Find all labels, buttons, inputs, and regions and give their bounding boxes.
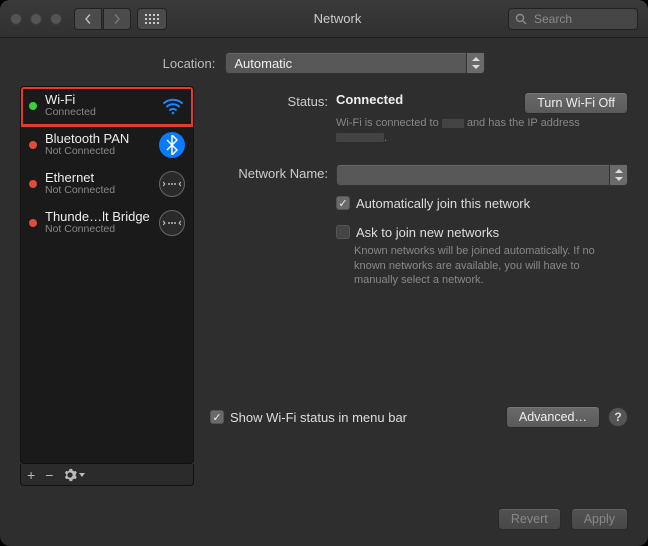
revert-button[interactable]: Revert (498, 508, 561, 530)
location-label: Location: (163, 56, 216, 71)
ask-join-help-text: Known networks will be joined automatica… (354, 244, 614, 289)
nav-buttons (74, 8, 131, 30)
location-row: Location: Automatic (0, 38, 648, 86)
close-window-button[interactable] (10, 13, 22, 25)
back-button[interactable] (74, 8, 102, 30)
select-stepper-icon (466, 53, 484, 73)
interface-actions-menu[interactable] (63, 468, 85, 482)
status-label: Status: (210, 92, 336, 146)
auto-join-checkbox[interactable] (336, 196, 350, 210)
help-button[interactable]: ? (608, 407, 628, 427)
wifi-icon (161, 94, 185, 118)
forward-button[interactable] (103, 8, 131, 30)
network-name-select[interactable] (336, 164, 628, 186)
sidebar-item-bluetooth-pan[interactable]: Bluetooth PAN Not Connected (21, 126, 193, 165)
titlebar: Network (0, 0, 648, 38)
sidebar-toolbar: + − (20, 464, 194, 486)
sidebar-item-thunderbolt-bridge[interactable]: Thunde…lt Bridge Not Connected (21, 204, 193, 243)
sidebar-item-status: Not Connected (45, 185, 151, 197)
auto-join-label: Automatically join this network (356, 196, 530, 211)
sidebar-item-ethernet[interactable]: Ethernet Not Connected (21, 165, 193, 204)
zoom-window-button[interactable] (50, 13, 62, 25)
window-action-bar: Revert Apply (0, 498, 648, 546)
sidebar-item-status: Not Connected (45, 224, 151, 236)
auto-join-checkbox-row[interactable]: Automatically join this network (336, 196, 628, 211)
select-stepper-icon (609, 165, 627, 185)
show-wifi-menu-checkbox[interactable] (210, 410, 224, 424)
network-preferences-window: Network Location: Automatic Wi-Fi C (0, 0, 648, 546)
location-select[interactable]: Automatic (225, 52, 485, 74)
chevron-down-icon (79, 473, 85, 477)
sidebar-item-wifi[interactable]: Wi-Fi Connected (21, 87, 193, 126)
search-icon (515, 13, 527, 25)
add-interface-button[interactable]: + (27, 468, 35, 482)
ask-join-label: Ask to join new networks (356, 225, 499, 240)
search-input[interactable] (532, 11, 631, 27)
show-wifi-menu-checkbox-row[interactable]: Show Wi-Fi status in menu bar (210, 410, 407, 425)
status-dot-icon (29, 180, 37, 188)
status-dot-icon (29, 141, 37, 149)
network-name-label: Network Name: (210, 164, 336, 186)
thunderbolt-icon (159, 210, 185, 236)
detail-pane: Status: Connected Turn Wi-Fi Off Wi-Fi i… (210, 86, 628, 486)
turn-wifi-off-button[interactable]: Turn Wi-Fi Off (524, 92, 628, 114)
status-value: Connected (336, 92, 403, 107)
status-description: Wi-Fi is connected to and has the IP add… (336, 116, 606, 146)
sidebar-item-name: Wi-Fi (45, 93, 153, 107)
minimize-window-button[interactable] (30, 13, 42, 25)
interface-list: Wi-Fi Connected (20, 86, 194, 464)
sidebar-item-name: Bluetooth PAN (45, 132, 151, 146)
detail-footer: Show Wi-Fi status in menu bar Advanced… … (210, 406, 628, 432)
bluetooth-icon (159, 132, 185, 158)
grid-icon (145, 14, 159, 24)
status-dot-icon (29, 102, 37, 110)
sidebar-item-name: Ethernet (45, 171, 151, 185)
search-field[interactable] (508, 8, 638, 30)
show-all-button[interactable] (137, 8, 167, 30)
advanced-button[interactable]: Advanced… (506, 406, 600, 428)
window-controls (10, 13, 62, 25)
sidebar-item-name: Thunde…lt Bridge (45, 210, 151, 224)
ask-join-checkbox[interactable] (336, 225, 350, 239)
window-title: Network (167, 11, 508, 26)
show-wifi-menu-label: Show Wi-Fi status in menu bar (230, 410, 407, 425)
location-value: Automatic (234, 56, 292, 71)
sidebar-item-status: Connected (45, 107, 153, 119)
status-dot-icon (29, 219, 37, 227)
sidebar-item-status: Not Connected (45, 146, 151, 158)
gear-icon (63, 468, 77, 482)
ethernet-icon (159, 171, 185, 197)
apply-button[interactable]: Apply (571, 508, 628, 530)
remove-interface-button[interactable]: − (45, 468, 53, 482)
ask-join-checkbox-row[interactable]: Ask to join new networks (336, 225, 628, 240)
sidebar: Wi-Fi Connected (20, 86, 194, 486)
